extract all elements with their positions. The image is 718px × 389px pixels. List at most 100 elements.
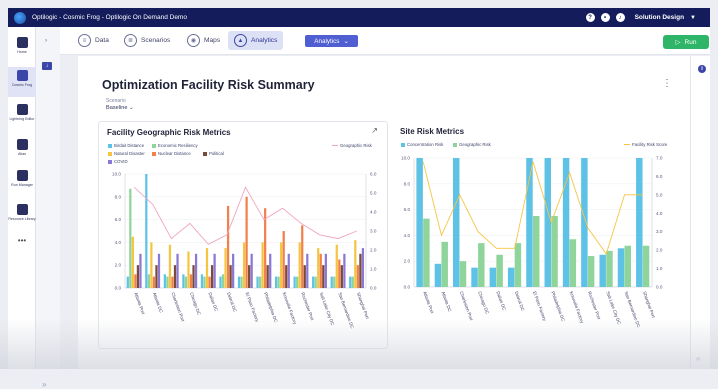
bar	[226, 205, 230, 288]
bar	[599, 254, 606, 287]
y-tick-label: 4.0	[115, 240, 122, 245]
bar	[301, 225, 304, 288]
x-tick-label: El Paso Factory	[245, 292, 261, 324]
play-icon: ▷	[675, 39, 681, 46]
bar	[351, 276, 354, 288]
facility-geographic-risk-chart: 0.0 2.0 4.0 6.0 8.0 10.0 0.0 1.0 2.0 3.0 4.0 5.0 6.0…	[112, 172, 377, 330]
nav-label: Resource Library	[8, 217, 36, 221]
bar	[237, 276, 241, 288]
dashboard-title: Optimization Facility Risk Summary	[102, 78, 315, 92]
bar	[208, 276, 211, 288]
tab-maps[interactable]: ◉ Maps	[181, 31, 226, 50]
y2-tick-label: 5.0	[656, 192, 663, 197]
bar	[349, 276, 352, 288]
bell-icon[interactable]: ♪	[615, 13, 625, 22]
scenario-value: Baseline	[106, 105, 128, 111]
bar	[285, 265, 288, 288]
bar	[296, 276, 299, 288]
x-tick-label: Rochester Port	[300, 292, 315, 322]
bar	[287, 253, 290, 288]
nav-item-atlas[interactable]: Atlas	[8, 139, 36, 156]
more-options-icon[interactable]: ⋮	[662, 78, 672, 89]
left-nav: Home Cosmic Frog Lightning Editor Atlas …	[8, 27, 36, 369]
y-tick-label: 2.0	[404, 259, 411, 264]
bar	[471, 267, 478, 287]
nav-item-run-manager[interactable]: Run Manager	[8, 170, 36, 187]
bar	[293, 276, 296, 288]
bar	[155, 265, 158, 288]
bar	[452, 158, 460, 287]
library-icon	[16, 204, 28, 215]
y-tick-label: 0.0	[404, 285, 411, 290]
bar	[171, 276, 174, 288]
bar	[189, 274, 193, 288]
bar	[224, 248, 227, 288]
info-icon[interactable]: i	[698, 65, 706, 73]
window-title: Optilogic - Cosmic Frog - Optilogic On D…	[32, 14, 187, 21]
module-tab-bar: ≡ Data ≣ Scenarios ◉ Maps ▲ Analytics An…	[60, 27, 710, 55]
nav-item-lightning-editor[interactable]: Lightning Editor	[8, 104, 36, 121]
bar	[126, 276, 129, 288]
x-tick-label: Philadelphia DC	[263, 292, 278, 323]
x-tick-label: Salt Lake City DC	[605, 291, 622, 325]
bar	[248, 265, 251, 288]
user-menu[interactable]: Solution Design	[635, 14, 684, 21]
y2-tick-label: 2.0	[656, 248, 663, 253]
y-tick-label: 8.0	[404, 181, 411, 186]
more-icon[interactable]: •••	[8, 237, 36, 245]
chevron-right-icon[interactable]: ›	[45, 38, 47, 44]
bar	[636, 158, 643, 287]
bar	[569, 239, 577, 287]
analytics-dropdown[interactable]: Analytics ⌄	[305, 35, 358, 47]
bar	[219, 276, 222, 288]
x-tick-label: Chicago DC	[189, 292, 202, 316]
nav-item-cosmic-frog[interactable]: Cosmic Frog	[8, 67, 36, 97]
expand-panel-icon[interactable]: »	[42, 380, 46, 389]
y2-tick-label: 7.0	[656, 156, 663, 161]
bar	[361, 248, 365, 288]
bar-chart-icon	[16, 170, 28, 181]
nav-label: Lightning Editor	[9, 117, 35, 121]
nav-item-resource-library[interactable]: Resource Library	[8, 204, 36, 221]
tab-data[interactable]: ≡ Data	[72, 31, 115, 50]
download-icon[interactable]: ↓	[42, 62, 52, 70]
x-tick-label: Shanghai Port	[642, 291, 656, 320]
help-icon[interactable]: ?	[585, 13, 595, 22]
run-label: Run	[684, 38, 697, 46]
bar	[617, 248, 625, 287]
tab-scenarios[interactable]: ≣ Scenarios	[118, 31, 176, 50]
y2-tick-label: 4.0	[656, 211, 663, 216]
x-tick-label: Salt Lake City DC	[319, 292, 336, 326]
x-tick-label: Atlanta Port	[422, 291, 435, 315]
bar	[423, 218, 430, 287]
bar	[242, 242, 246, 288]
nav-item-home[interactable]: Home	[8, 37, 36, 54]
bar	[333, 276, 336, 288]
y2-tick-label: 1.0	[656, 266, 663, 271]
chevron-down-icon[interactable]: ▼	[690, 15, 696, 21]
bar	[152, 276, 156, 288]
chat-icon[interactable]: •	[600, 13, 610, 22]
collapse-panel-icon[interactable]: «	[696, 354, 700, 363]
run-button[interactable]: ▷ Run	[663, 35, 709, 49]
nav-label: Home	[17, 50, 27, 54]
nav-label: Run Manager	[11, 183, 33, 187]
x-tick-label: Dallas DC	[207, 292, 218, 312]
bar	[173, 265, 177, 288]
x-tick-label: Atlanta Port	[133, 292, 146, 316]
tab-analytics[interactable]: ▲ Analytics	[228, 31, 284, 50]
scenario-select[interactable]: Baseline ⌄	[106, 105, 134, 111]
analytics-icon: ▲	[234, 34, 247, 47]
x-tick-label: Dallas DC	[495, 291, 506, 311]
bar	[298, 242, 301, 288]
tab-label: Scenarios	[141, 37, 171, 44]
bar	[303, 265, 306, 288]
y-tick-label: 10.0	[112, 172, 121, 177]
bar	[434, 263, 442, 287]
bar	[356, 265, 359, 288]
rocket-icon	[16, 139, 28, 150]
bar	[150, 242, 153, 288]
bar	[317, 248, 320, 288]
bar	[343, 253, 346, 288]
bar	[606, 250, 613, 287]
